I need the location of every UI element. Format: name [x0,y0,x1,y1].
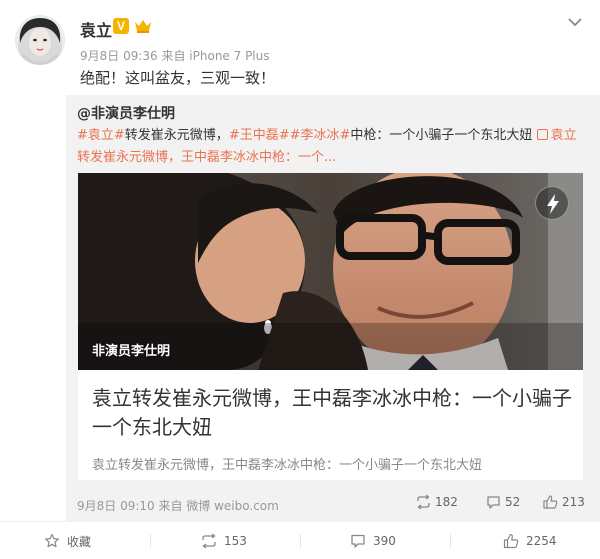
repost-icon [417,495,430,509]
repost-count: 153 [224,534,247,548]
repost-share-button[interactable]: 182 [416,495,458,509]
chevron-down-icon[interactable] [566,14,584,28]
article-title[interactable]: 袁立转发崔永元微博，王中磊李冰冰中枪：一个小骗子一个东北大妞 [92,384,572,442]
verified-badge: V [113,18,129,34]
divider [450,534,451,548]
username[interactable]: 袁立 [80,17,112,41]
lightning-icon[interactable] [535,186,569,220]
repost-author[interactable]: @非演员李仕明 [77,103,175,123]
article-card[interactable]: 非演员李仕明 袁立转发崔永元微博，王中磊李冰冰中枪：一个小骗子一个东北大妞 袁立… [78,173,583,480]
repost-like-count: 213 [562,495,585,509]
avatar[interactable] [15,15,65,65]
topic-link-yuanli[interactable]: #袁立# [77,128,125,143]
thumbs-up-icon [503,533,519,549]
post-meta: 9月8日 09:36 来自 iPhone 7 Plus [80,49,270,63]
repost-comment-count: 52 [505,495,521,509]
like-count: 2254 [526,534,557,548]
divider [150,534,151,548]
repost-like-button[interactable]: 213 [543,495,585,509]
comment-button[interactable]: 390 [350,522,396,559]
comment-icon [351,534,365,548]
repost-box: @非演员李仕明 #袁立#转发崔永元微博，#王中磊##李冰冰#中枪：一个小骗子一个… [66,95,600,521]
topic-link-libingbing[interactable]: #李冰冰# [290,128,351,143]
photo-caption: 非演员李仕明 [92,344,171,359]
repost-text-2: 中枪：一个小骗子一个东北大妞 [350,128,533,143]
favorite-button[interactable]: 收藏 [44,522,91,559]
repost-text-1: 转发崔永元微博， [124,128,229,143]
comment-count: 390 [373,534,396,548]
link-icon [536,129,548,140]
crown-icon [134,18,152,34]
star-icon [45,533,59,548]
repost-button[interactable]: 153 [201,522,247,559]
topic-link-wangzhonglei[interactable]: #王中磊# [229,128,290,143]
article-summary: 袁立转发崔永元微博，王中磊李冰冰中枪：一个小骗子一个东北大妞 [92,458,483,473]
comment-icon [487,496,500,509]
action-bar: 收藏 153 390 2254 [0,521,600,559]
post-text: 绝配！这叫盆友，三观一致！ [80,69,276,87]
divider [300,534,301,548]
thumbs-up-icon [543,495,558,509]
repost-share-count: 182 [435,495,458,509]
favorite-label: 收藏 [67,534,92,549]
article-photo: 非演员李仕明 [78,173,583,370]
repost-body: #袁立#转发崔永元微博，#王中磊##李冰冰#中枪：一个小骗子一个东北大妞 袁立转… [77,125,587,169]
like-button[interactable]: 2254 [503,522,557,559]
repost-icon [202,533,216,549]
repost-comment-button[interactable]: 52 [486,495,520,509]
repost-meta: 9月8日 09:10 来自 微博 weibo.com [77,499,279,513]
